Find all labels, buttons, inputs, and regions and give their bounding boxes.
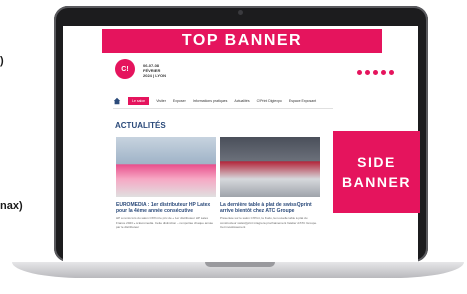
laptop-notch bbox=[205, 262, 275, 267]
nav-item-exposer[interactable]: Exposer bbox=[173, 99, 186, 103]
social-icon[interactable] bbox=[381, 70, 386, 75]
side-banner[interactable]: SIDE BANNER bbox=[333, 131, 420, 213]
dates-line-3: 2024 | LYON bbox=[143, 73, 166, 78]
nav-item-le-salon[interactable]: Le salon bbox=[128, 97, 150, 105]
social-links bbox=[357, 70, 394, 75]
main-nav: Le salon Visiter Exposer Informations pr… bbox=[113, 95, 333, 107]
article-image[interactable] bbox=[220, 137, 320, 197]
nav-item-infos[interactable]: Informations pratiques bbox=[193, 99, 228, 103]
section-title: ACTUALITÉS bbox=[115, 121, 166, 130]
social-icon[interactable] bbox=[373, 70, 378, 75]
article-image[interactable] bbox=[116, 137, 216, 197]
logo-text: C! bbox=[121, 65, 129, 73]
nav-divider bbox=[113, 108, 333, 109]
home-icon[interactable] bbox=[113, 97, 121, 105]
nav-item-visiter[interactable]: Visiter bbox=[156, 99, 166, 103]
event-dates: 06-07-08 FÉVRIER 2024 | LYON bbox=[143, 63, 166, 78]
social-icon[interactable] bbox=[365, 70, 370, 75]
top-banner[interactable]: TOP BANNER bbox=[102, 29, 382, 53]
nav-item-espace-exposant[interactable]: Espace Exposant bbox=[289, 99, 316, 103]
site-logo[interactable]: C! bbox=[115, 59, 135, 79]
social-icon[interactable] bbox=[357, 70, 362, 75]
article-excerpt: Présentée sur le salon C!Print, la Kudu,… bbox=[220, 216, 317, 229]
edge-text-fragment: ) bbox=[0, 55, 4, 67]
edge-text-fragment: nax) bbox=[0, 200, 23, 212]
nav-item-actualites[interactable]: Actualités bbox=[234, 99, 249, 103]
article-excerpt: HP a remis lors du salon C!Print le prix… bbox=[116, 216, 214, 229]
nav-item-digiexpo[interactable]: C!Print Digiexpo bbox=[257, 99, 282, 103]
social-icon[interactable] bbox=[389, 70, 394, 75]
side-banner-line-2: BANNER bbox=[342, 174, 411, 190]
side-banner-line-1: SIDE bbox=[357, 154, 396, 170]
article-title[interactable]: EUROMEDIA : 1er distributeur HP Latex po… bbox=[116, 202, 221, 214]
article-title[interactable]: La dernière table à plat de swissQprint … bbox=[220, 202, 325, 214]
camera-dot bbox=[238, 10, 243, 15]
